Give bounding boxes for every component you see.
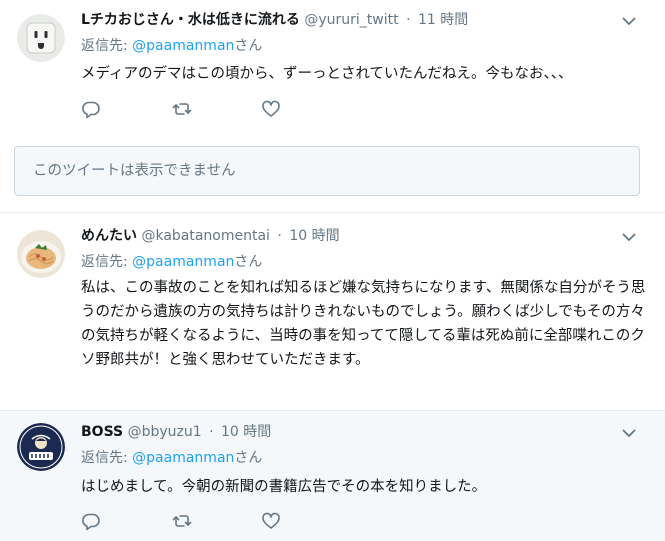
reply-label: 返信先: xyxy=(81,450,128,466)
mention-link[interactable]: @paamanman xyxy=(132,38,234,54)
display-name[interactable]: めんたい xyxy=(81,228,137,244)
tweet-header: Lチカおじさん・水は低きに流れる @yururi_twitt · 11 時間 xyxy=(81,11,468,29)
separator-dot: · xyxy=(209,424,214,440)
reply-context: 返信先: @paamanmanさん xyxy=(81,449,262,467)
like-icon[interactable] xyxy=(261,511,281,531)
tweet-text: 私は、この事故のことを知れば知るほど嫌な気持ちになります、無関係な自分がそう思う… xyxy=(81,280,646,368)
reply-label: 返信先: xyxy=(81,38,128,54)
reply-context: 返信先: @paamanmanさん xyxy=(81,37,262,55)
user-handle[interactable]: @kabatanomentai xyxy=(141,228,270,244)
reply-suffix: さん xyxy=(234,38,263,54)
mention-link[interactable]: @paamanman xyxy=(132,450,234,466)
user-handle[interactable]: @yururi_twitt xyxy=(304,12,398,28)
tweet-2[interactable]: めんたい @kabatanomentai · 10 時間 返信先: @paama… xyxy=(0,213,665,410)
separator-dot: · xyxy=(277,228,282,244)
timeline: Lチカおじさん・水は低きに流れる @yururi_twitt · 11 時間 返… xyxy=(0,0,665,541)
reply-icon[interactable] xyxy=(81,511,101,531)
tweet-3[interactable]: BOSS @bbyuzu1 · 10 時間 返信先: @paamanmanさん … xyxy=(0,411,665,541)
display-name[interactable]: Lチカおじさん・水は低きに流れる xyxy=(81,12,300,28)
display-name[interactable]: BOSS xyxy=(81,424,123,440)
user-handle[interactable]: @bbyuzu1 xyxy=(128,424,202,440)
reply-icon[interactable] xyxy=(81,99,101,119)
chevron-down-icon[interactable] xyxy=(621,13,637,29)
mention-link[interactable]: @paamanman xyxy=(132,254,234,270)
reply-label: 返信先: xyxy=(81,254,128,270)
chevron-down-icon[interactable] xyxy=(621,425,637,441)
avatar-pasta[interactable] xyxy=(17,230,65,278)
chevron-down-icon[interactable] xyxy=(621,229,637,245)
tweet-text: メディアのデマはこの頃から、ずーっとされていたんだねえ。今もなお、、、 xyxy=(81,66,573,82)
tweet-header: めんたい @kabatanomentai · 10 時間 xyxy=(81,227,340,245)
tweet-header: BOSS @bbyuzu1 · 10 時間 xyxy=(81,423,271,441)
avatar-boss[interactable] xyxy=(17,423,65,471)
unavailable-tweet-notice: このツイートは表示できません xyxy=(14,146,640,196)
retweet-icon[interactable] xyxy=(172,511,192,531)
reply-context: 返信先: @paamanmanさん xyxy=(81,253,262,271)
tweet-1[interactable]: Lチカおじさん・水は低きに流れる @yururi_twitt · 11 時間 返… xyxy=(0,0,665,130)
like-icon[interactable] xyxy=(261,99,281,119)
timestamp[interactable]: 10 時間 xyxy=(221,424,271,440)
tweet-text: はじめまして。今朝の新聞の書籍広告でその本を知りました。 xyxy=(81,479,487,495)
reply-suffix: さん xyxy=(234,254,263,270)
timestamp[interactable]: 10 時間 xyxy=(289,228,339,244)
retweet-icon[interactable] xyxy=(172,99,192,119)
avatar-outlet[interactable] xyxy=(17,14,65,62)
separator-dot: · xyxy=(406,12,411,28)
timestamp[interactable]: 11 時間 xyxy=(418,12,468,28)
reply-suffix: さん xyxy=(234,450,263,466)
